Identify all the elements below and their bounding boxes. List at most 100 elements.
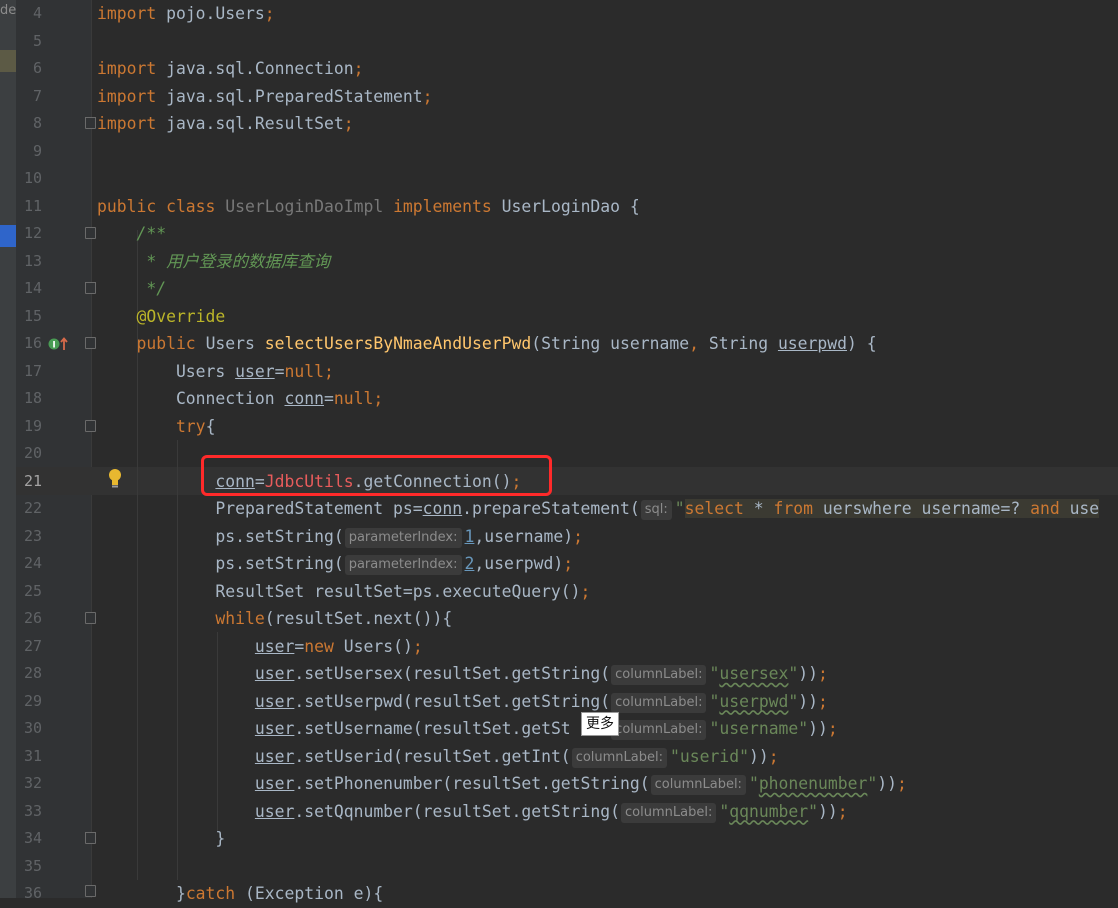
code-line[interactable]: 9 bbox=[0, 138, 1118, 166]
code-line[interactable]: 29 user.setUserpwd(resultSet.getString(c… bbox=[0, 688, 1118, 716]
code-token: .setUsersex(resultSet.getString( bbox=[294, 664, 611, 683]
code-text[interactable]: user.setQqnumber(resultSet.getString(col… bbox=[97, 798, 848, 826]
code-text[interactable]: @Override bbox=[97, 303, 225, 331]
code-text[interactable]: import java.sql.ResultSet; bbox=[97, 110, 354, 138]
code-line[interactable]: 5 bbox=[0, 28, 1118, 56]
code-line[interactable]: 21 conn=JdbcUtils.getConnection(); bbox=[0, 468, 1118, 496]
code-text[interactable]: try{ bbox=[97, 413, 216, 441]
fold-end-marker[interactable] bbox=[85, 117, 96, 129]
code-token: ; bbox=[580, 581, 591, 601]
code-line[interactable]: 13 * 用户登录的数据库查询 bbox=[0, 248, 1118, 276]
code-text[interactable]: public class UserLoginDaoImpl implements… bbox=[97, 193, 640, 221]
code-text[interactable]: user=new Users(); bbox=[97, 633, 423, 661]
code-line[interactable]: 4 import pojo.Users; bbox=[0, 0, 1118, 28]
fold-end-marker[interactable] bbox=[85, 832, 96, 844]
code-text[interactable]: import pojo.Users; bbox=[97, 0, 275, 28]
code-line[interactable]: 11 public class UserLoginDaoImpl implemen… bbox=[0, 193, 1118, 221]
implements-method-icon[interactable]: I bbox=[48, 335, 70, 353]
code-text[interactable]: PreparedStatement ps=conn.prepareStateme… bbox=[97, 495, 1100, 523]
line-number: 16 bbox=[23, 334, 42, 352]
code-line[interactable]: 8 import java.sql.ResultSet; bbox=[0, 110, 1118, 138]
code-text[interactable]: /** bbox=[97, 220, 166, 248]
code-token: Connection bbox=[97, 389, 285, 408]
code-text[interactable]: * 用户登录的数据库查询 bbox=[97, 248, 330, 276]
svg-text:I: I bbox=[52, 341, 55, 351]
code-text[interactable]: }catch (Exception e){ bbox=[97, 880, 383, 908]
code-token: { bbox=[205, 416, 216, 436]
code-line[interactable]: 12 /** bbox=[0, 220, 1118, 248]
code-line[interactable]: 20 bbox=[0, 440, 1118, 468]
code-line[interactable]: 35 bbox=[0, 853, 1118, 881]
code-token: " bbox=[788, 691, 799, 711]
line-number: 12 bbox=[23, 224, 42, 242]
line-number: 7 bbox=[32, 86, 42, 105]
code-text[interactable]: user.setUsersex(resultSet.getString(colu… bbox=[97, 660, 828, 688]
code-line[interactable]: 24 ps.setString(parameterIndex: 2,userpwd… bbox=[0, 550, 1118, 578]
parameter-hint: columnLabel: bbox=[611, 692, 707, 713]
code-line[interactable]: 25 ResultSet resultSet=ps.executeQuery()… bbox=[0, 578, 1118, 606]
line-number: 18 bbox=[23, 389, 42, 407]
code-line[interactable]: 30 user.setUsername(resultSet.getSt colu… bbox=[0, 715, 1118, 743]
code-text[interactable]: ps.setString(parameterIndex: 2,userpwd); bbox=[97, 550, 573, 578]
code-text[interactable]: public Users selectUsersByNmaeAndUserPwd… bbox=[97, 330, 876, 358]
code-line[interactable]: 19 try{ bbox=[0, 413, 1118, 441]
code-line[interactable]: 27 user=new Users(); bbox=[0, 633, 1118, 661]
line-number: 33 bbox=[23, 801, 42, 820]
parameter-hint: columnLabel: bbox=[571, 747, 667, 768]
code-text[interactable]: */ bbox=[97, 275, 166, 303]
code-token: uerswhere username=? bbox=[822, 499, 1031, 518]
fold-end-marker[interactable] bbox=[85, 282, 96, 294]
code-token: * bbox=[753, 499, 774, 518]
code-token: Users() bbox=[343, 636, 413, 656]
code-line[interactable]: 34 } bbox=[0, 825, 1118, 853]
fold-marker[interactable] bbox=[85, 612, 96, 624]
code-line[interactable]: 10 bbox=[0, 165, 1118, 193]
code-line[interactable]: 6 import java.sql.Connection; bbox=[0, 55, 1118, 83]
fold-marker[interactable] bbox=[85, 227, 96, 239]
code-line[interactable]: 14 */ bbox=[0, 275, 1118, 303]
code-line[interactable]: 26 while(resultSet.next()){ bbox=[0, 605, 1118, 633]
code-line[interactable]: 33 user.setQqnumber(resultSet.getString(… bbox=[0, 798, 1118, 826]
code-token: public bbox=[97, 334, 206, 353]
code-text[interactable]: while(resultSet.next()){ bbox=[97, 605, 452, 633]
code-text[interactable]: import java.sql.Connection; bbox=[97, 55, 363, 83]
code-line[interactable]: 17 Users user=null; bbox=[0, 358, 1118, 386]
code-line[interactable]: 22 PreparedStatement ps=conn.prepareStat… bbox=[0, 495, 1118, 523]
code-token: ; bbox=[343, 114, 354, 133]
code-line[interactable]: 23 ps.setString(parameterIndex: 1,usernam… bbox=[0, 523, 1118, 551]
code-line[interactable]: 32 user.setPhonenumber(resultSet.getStri… bbox=[0, 770, 1118, 798]
code-token: new bbox=[304, 636, 344, 656]
code-line[interactable]: 15 @Override bbox=[0, 303, 1118, 331]
more-tooltip[interactable]: 更多 bbox=[581, 712, 619, 736]
code-line[interactable]: 7 import java.sql.PreparedStatement; bbox=[0, 83, 1118, 111]
code-text[interactable]: user.setUsername(resultSet.getSt columnL… bbox=[97, 715, 838, 743]
code-token: ResultSet resultSet=ps.executeQuery() bbox=[97, 581, 581, 601]
code-text[interactable]: ResultSet resultSet=ps.executeQuery(); bbox=[97, 578, 590, 606]
code-text[interactable]: ps.setString(parameterIndex: 1,username); bbox=[97, 523, 583, 551]
code-token: use bbox=[1069, 499, 1100, 518]
code-line[interactable]: 18 Connection conn=null; bbox=[0, 385, 1118, 413]
fold-marker[interactable] bbox=[85, 420, 96, 432]
code-text[interactable]: user.setPhonenumber(resultSet.getString(… bbox=[97, 770, 907, 798]
code-line[interactable]: 31 user.setUserid(resultSet.getInt(colum… bbox=[0, 743, 1118, 771]
code-text[interactable]: } bbox=[97, 825, 225, 853]
code-token: @Override bbox=[97, 306, 226, 326]
code-text[interactable]: Connection conn=null; bbox=[97, 385, 383, 413]
lightbulb-intention-icon[interactable] bbox=[107, 467, 123, 489]
code-token: import bbox=[97, 59, 167, 78]
code-token: )) bbox=[748, 746, 769, 766]
code-line[interactable]: 28 user.setUsersex(resultSet.getString(c… bbox=[0, 660, 1118, 688]
code-token: null; bbox=[333, 389, 384, 408]
code-line[interactable]: 16 public Users selectUsersByNmaeAndUser… bbox=[0, 330, 1118, 358]
code-text[interactable]: import java.sql.PreparedStatement; bbox=[97, 83, 433, 111]
code-text[interactable]: Users user=null; bbox=[97, 358, 334, 386]
code-token: PreparedStatement ps= bbox=[97, 499, 423, 518]
code-text[interactable]: user.setUserid(resultSet.getInt(columnLa… bbox=[97, 743, 779, 771]
code-text[interactable]: user.setUserpwd(resultSet.getString(colu… bbox=[97, 688, 828, 716]
code-token: ; bbox=[827, 719, 838, 738]
line-number: 31 bbox=[23, 746, 42, 765]
fold-marker[interactable] bbox=[85, 337, 96, 349]
code-line[interactable]: 36 }catch (Exception e){ bbox=[0, 880, 1118, 908]
fold-marker[interactable] bbox=[85, 885, 96, 897]
